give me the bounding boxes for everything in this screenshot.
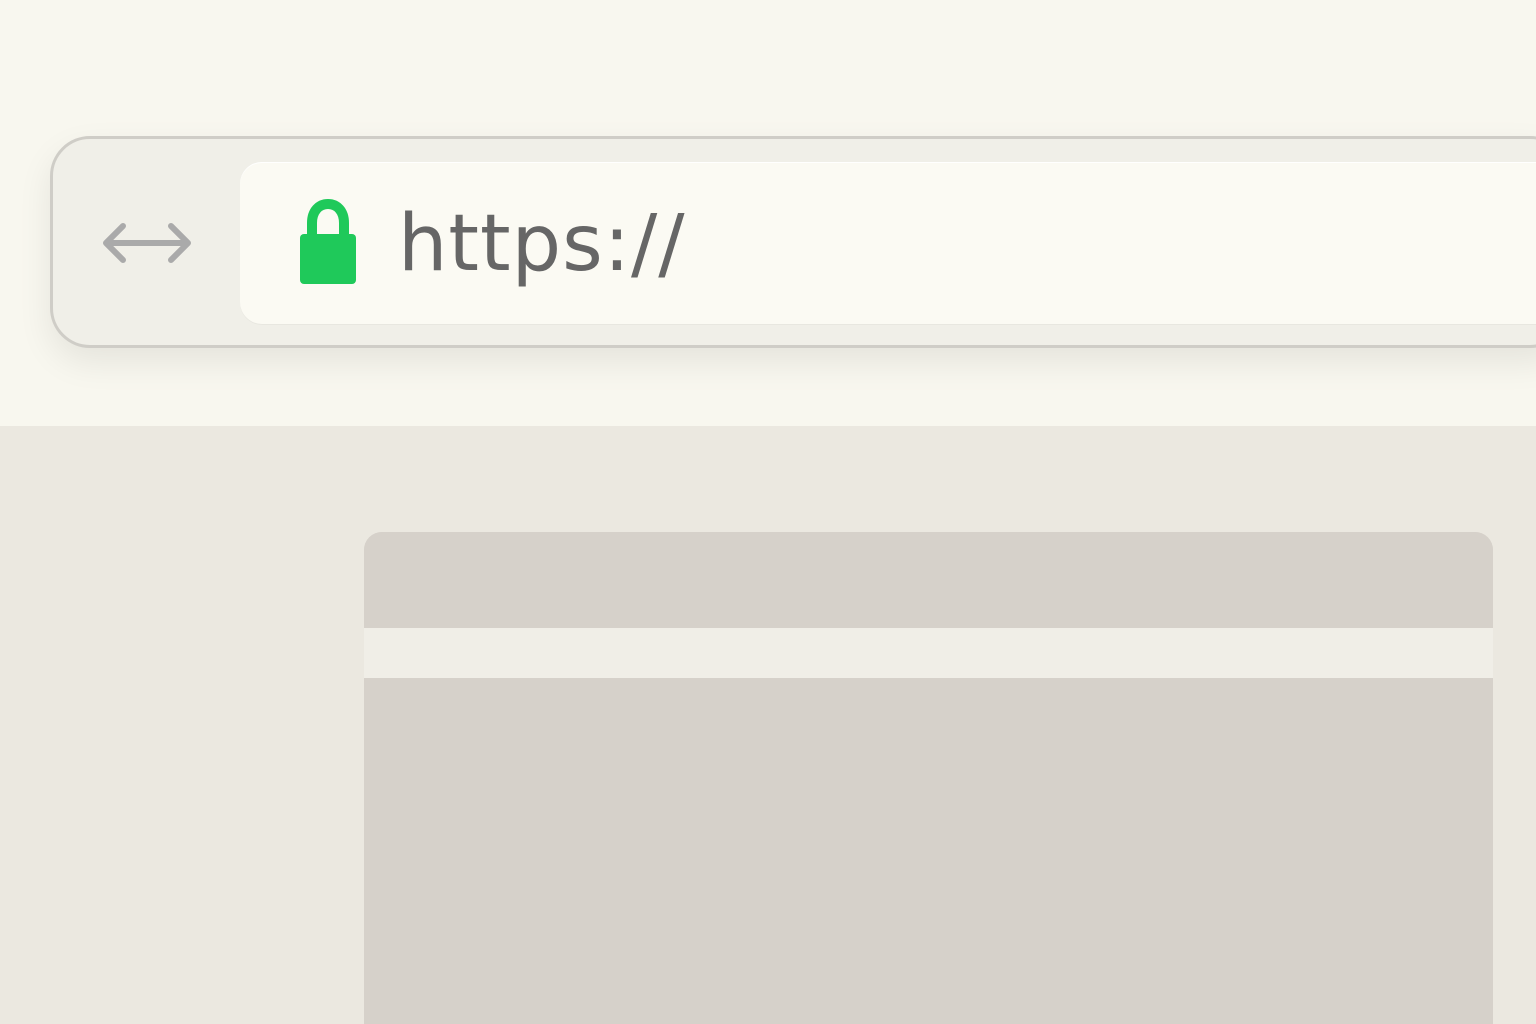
lock-icon [300, 199, 356, 284]
card-divider-band [364, 628, 1493, 678]
bidirectional-arrow-icon[interactable] [92, 212, 202, 274]
card-body-placeholder [364, 678, 1493, 1024]
page-placeholder-card [364, 532, 1493, 1024]
card-header-placeholder [364, 532, 1493, 628]
url-text[interactable]: https:// [398, 194, 686, 294]
